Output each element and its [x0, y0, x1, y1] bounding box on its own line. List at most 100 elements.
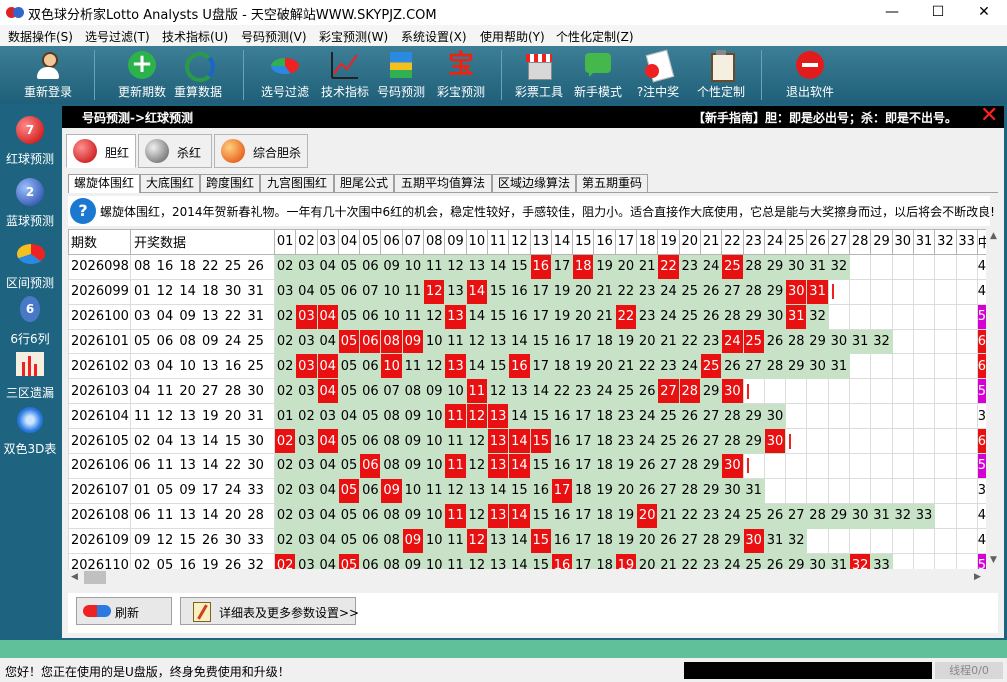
table-row[interactable]: 2026098 08 16 18 22 25 26 02 03 04 05 06 09 10 11… — [68, 253, 986, 280]
hit-number-cell: 04 — [316, 353, 339, 380]
horizontal-scrollbar[interactable]: ◀ ▶ — [68, 569, 986, 586]
sidebar-item-3d-table[interactable]: 双色3D表 — [0, 404, 60, 457]
tab-five-average[interactable]: 五期平均值算法 — [394, 174, 492, 192]
menu-forecast[interactable]: 号码预测(V) — [241, 28, 307, 45]
tab-big-base[interactable]: 大底围红 — [140, 174, 200, 192]
empty-cell — [870, 453, 893, 479]
relogin-button[interactable]: 重新登录 — [18, 50, 78, 102]
tab-spiral[interactable]: 螺旋体围红 — [68, 174, 140, 193]
sidebar-item-six-by-six[interactable]: 6 6行6列 — [0, 294, 60, 347]
tab-fifth-repeat[interactable]: 第五期重码 — [576, 174, 648, 192]
table-row[interactable]: 2026099 01 12 14 18 30 31 03 04 05 06 07 10 11 12… — [68, 278, 986, 305]
empty-cell — [891, 403, 914, 430]
hit-count-cell: 4 — [976, 502, 986, 529]
column-header-number: 28 — [849, 229, 872, 255]
candidate-number-cell: 06 — [359, 253, 382, 280]
candidate-number-cell: 10 — [423, 403, 446, 430]
table-row[interactable]: 2026102 03 04 10 13 16 25 02 03 04 05 06 10 11 12… — [68, 353, 986, 380]
refresh-button[interactable]: 刷新 — [76, 597, 172, 625]
toolbar: 重新登录 + 更新期数 重算数据 选号过滤 技术指标 号码预测 宝 彩宝预测 彩… — [0, 46, 1007, 104]
menu-settings[interactable]: 系统设置(X) — [401, 28, 467, 45]
tab-span[interactable]: 跨度围红 — [200, 174, 260, 192]
candidate-number-cell: 26 — [699, 278, 723, 305]
lottery-tools-button[interactable]: 彩票工具 — [509, 50, 569, 102]
scroll-thumb[interactable] — [84, 571, 106, 584]
empty-cell — [912, 428, 936, 455]
candidate-number-cell: 29 — [785, 353, 808, 380]
hit-count-cell: 5 — [976, 552, 986, 569]
menu-treasure[interactable]: 彩宝预测(W) — [319, 28, 388, 45]
vertical-scrollbar[interactable]: ▲ ▼ — [986, 229, 1003, 569]
details-settings-button[interactable]: 详细表及更多参数设置>> — [180, 597, 359, 625]
tab-kill-red[interactable]: 杀红 — [138, 134, 212, 168]
treasure-forecast-button[interactable]: 宝 彩宝预测 — [431, 50, 491, 102]
sidebar-item-three-zone[interactable]: 三区遗漏 — [0, 348, 60, 401]
candidate-number-cell: 11 — [444, 552, 467, 569]
candidate-number-cell: 03 — [316, 403, 339, 430]
hit-marker — [742, 378, 765, 405]
tab-tail-formula[interactable]: 胆尾公式 — [334, 174, 394, 192]
prize-button[interactable]: ?注中奖 — [628, 49, 688, 102]
candidate-number-cell: 29 — [763, 278, 787, 305]
draw-numbers-cell: 04 11 20 27 28 30 — [130, 378, 275, 405]
menu-indicators[interactable]: 技术指标(U) — [162, 28, 228, 45]
close-panel-icon[interactable]: ✕ — [980, 103, 998, 128]
table-row[interactable]: 2026105 02 04 13 14 15 30 02 03 04 05 06 08 09 10… — [68, 428, 986, 455]
chat-icon — [583, 50, 613, 80]
prediction-table: 期数 开奖数据 01 02 03 04 05 06 07 08 09 10 11 12 13 14 15 16 17… — [68, 229, 986, 569]
indicators-button[interactable]: 技术指标 — [315, 50, 375, 102]
exit-button[interactable]: 退出软件 — [780, 50, 840, 102]
close-button[interactable]: ✕ — [961, 0, 1007, 25]
toolbar-separator — [94, 50, 95, 100]
hit-number-cell: 13 — [486, 428, 510, 455]
menu-filter[interactable]: 选号过滤(T) — [85, 28, 150, 45]
table-row[interactable]: 2026106 06 11 13 14 22 30 02 03 04 05 06 08 09 10… — [68, 453, 986, 479]
minimize-button[interactable]: — — [869, 0, 915, 25]
table-row[interactable]: 2026107 01 05 09 17 24 33 02 03 04 05 06 09 10 11… — [68, 477, 986, 504]
tab-combined[interactable]: 综合胆杀 — [214, 134, 308, 168]
hit-count-cell: 6 — [976, 328, 986, 355]
candidate-number-cell: 08 — [380, 527, 403, 554]
hit-number-cell: 12 — [465, 403, 488, 430]
tab-nine-grid[interactable]: 九宫图围红 — [260, 174, 334, 192]
recalculate-button[interactable]: 重算数据 — [168, 50, 228, 102]
custom-button[interactable]: 个性定制 — [691, 50, 751, 102]
empty-cell — [763, 453, 787, 479]
table-row[interactable]: 2026109 09 12 15 26 30 33 02 03 04 05 06 08 09 10… — [68, 527, 986, 554]
hit-number-cell: 06 — [359, 453, 382, 479]
table-row[interactable]: 2026100 03 04 09 13 22 31 02 03 04 05 06 10 11 12… — [68, 303, 986, 330]
empty-cell — [891, 552, 914, 569]
column-header-number: 11 — [486, 229, 510, 255]
tab-dan-red[interactable]: 胆红 — [66, 134, 136, 168]
beginner-mode-button[interactable]: 新手模式 — [568, 50, 628, 102]
sidebar-item-range[interactable]: 区间预测 — [0, 238, 60, 291]
menu-data-ops[interactable]: 数据操作(S) — [8, 28, 73, 45]
candidate-number-cell: 28 — [742, 278, 765, 305]
tab-edge[interactable]: 区域边缘算法 — [492, 174, 576, 192]
empty-cell — [870, 403, 893, 430]
sidebar-item-red-ball[interactable]: 7 红球预测 — [0, 114, 60, 167]
table-row[interactable]: 2026104 11 12 13 19 20 31 01 02 03 04 05 08 09 10… — [68, 403, 986, 430]
menu-customize[interactable]: 个性化定制(Z) — [556, 28, 634, 45]
filter-button[interactable]: 选号过滤 — [255, 50, 315, 102]
table-row[interactable]: 2026103 04 11 20 27 28 30 02 03 04 05 06 07 08 09… — [68, 378, 986, 405]
table-row[interactable]: 2026101 05 06 08 09 24 25 02 03 04 05 06 08 09 10… — [68, 328, 986, 355]
hit-number-cell: 05 — [337, 328, 361, 355]
maximize-button[interactable]: ☐ — [915, 0, 961, 25]
candidate-number-cell: 06 — [359, 527, 382, 554]
table-row[interactable]: 2026108 06 11 13 14 20 28 02 03 04 05 06 08 09 10… — [68, 502, 986, 529]
update-periods-button[interactable]: + 更新期数 — [112, 50, 172, 102]
candidate-number-cell: 29 — [699, 477, 723, 504]
empty-cell — [934, 502, 957, 529]
candidate-number-cell: 17 — [572, 428, 595, 455]
menu-help[interactable]: 使用帮助(Y) — [480, 28, 545, 45]
table-row[interactable]: 2026110 02 05 16 19 26 32 02 03 04 05 06 08 09 10… — [68, 552, 986, 569]
sidebar-item-blue-ball[interactable]: 2 蓝球预测 — [0, 176, 60, 229]
hit-count-cell: 6 — [976, 353, 986, 380]
candidate-number-cell: 01 — [273, 403, 297, 430]
candidate-number-cell: 22 — [678, 328, 701, 355]
hit-number-cell: 19 — [614, 552, 638, 569]
number-forecast-button[interactable]: 号码预测 — [371, 50, 431, 102]
candidate-number-cell: 05 — [337, 502, 361, 529]
candidate-number-cell: 29 — [699, 378, 723, 405]
